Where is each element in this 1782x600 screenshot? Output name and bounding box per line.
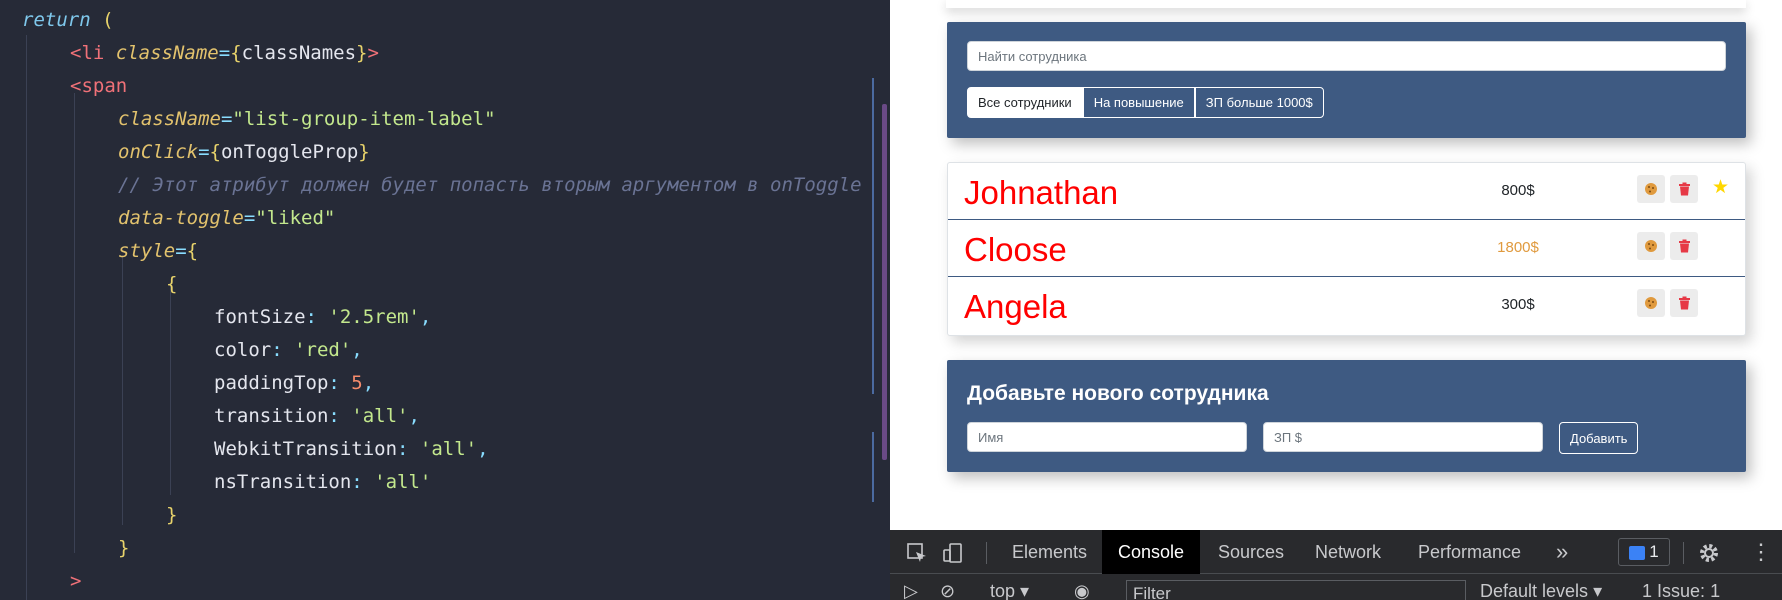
kebab-menu-icon[interactable]: ⋮ (1750, 530, 1772, 574)
code-line-5: onClick={onToggleProp} (118, 141, 370, 163)
minimap-marker (872, 78, 874, 394)
employee-salary: 1800$ (1497, 239, 1539, 256)
filter-salary-button[interactable]: ЗП больше 1000$ (1194, 87, 1324, 118)
code-line-14: WebkitTransition: 'all', (214, 438, 489, 460)
message-icon (1629, 545, 1646, 560)
code-line-6: // Этот атрибут должен будет попасть вто… (118, 174, 862, 196)
cookie-icon (1645, 183, 1657, 195)
employee-name[interactable]: Cloose (964, 231, 1067, 269)
increase-button[interactable] (1637, 232, 1665, 260)
add-employee-panel: Добавьте нового сотрудника Добавить (947, 360, 1746, 472)
clear-console-icon[interactable]: ⊘ (940, 575, 955, 600)
code-line-4: className="list-group-item-label" (118, 108, 496, 130)
tab-performance[interactable]: Performance (1402, 530, 1537, 574)
code-line-18: > (70, 570, 82, 592)
increase-button[interactable] (1637, 175, 1665, 203)
employee-row: Cloose 1800$ (948, 220, 1745, 277)
console-filter-input[interactable]: Filter (1126, 580, 1466, 600)
search-input[interactable] (967, 41, 1726, 71)
minimap-marker (872, 432, 874, 502)
employee-row: Johnathan 800$ ★ (948, 163, 1745, 220)
code-line-16: } (166, 504, 178, 526)
inspect-cursor-icon[interactable] (906, 530, 928, 574)
editor-scrollbar[interactable] (882, 104, 887, 460)
delete-button[interactable] (1670, 289, 1698, 317)
code-line-9: { (166, 273, 178, 295)
code-line-2: <li className={classNames}> (70, 42, 379, 64)
trash-icon (1678, 239, 1690, 253)
employee-salary: 300$ (1501, 296, 1535, 313)
top-card-edge (946, 0, 1746, 8)
name-input[interactable] (967, 422, 1247, 452)
devtools-panel: Elements Console Sources Network Perform… (890, 530, 1782, 600)
more-tabs-button[interactable]: » (1540, 530, 1584, 574)
code-line-7: data-toggle="liked" (118, 207, 336, 229)
sidebar-toggle-icon[interactable]: ▷ (904, 575, 918, 600)
employee-name[interactable]: Angela (964, 288, 1067, 326)
devtools-tabbar: Elements Console Sources Network Perform… (890, 530, 1782, 574)
delete-button[interactable] (1670, 232, 1698, 260)
log-levels-dropdown[interactable]: Default levels ▾ (1480, 575, 1602, 600)
code-line-15: nsTransition: 'all' (214, 471, 432, 493)
employee-salary: 800$ (1501, 182, 1535, 199)
code-line-17: } (118, 537, 130, 559)
add-button[interactable]: Добавить (1559, 422, 1639, 454)
gear-icon[interactable] (1698, 530, 1720, 574)
tab-network[interactable]: Network (1299, 530, 1397, 574)
console-toolbar: ▷ ⊘ top ▾ ◉ Filter Default levels ▾ 1 Is… (890, 575, 1782, 600)
add-form-title: Добавьте нового сотрудника (967, 382, 1269, 405)
delete-button[interactable] (1670, 175, 1698, 203)
employee-row: Angela 300$ (948, 277, 1745, 334)
tab-sources[interactable]: Sources (1202, 530, 1300, 574)
trash-icon (1678, 182, 1690, 196)
code-editor[interactable]: return ( <li className={classNames}> <sp… (0, 0, 890, 600)
code-line-1: return ( (22, 9, 114, 31)
filter-button-group: Все сотрудники На повышение ЗП больше 10… (967, 87, 1324, 118)
tab-console[interactable]: Console (1102, 530, 1201, 574)
messages-badge[interactable]: 1 (1618, 538, 1670, 566)
employee-list: Johnathan 800$ ★ Cloose 1800$ Angela 300… (947, 162, 1746, 336)
salary-input[interactable] (1263, 422, 1543, 452)
filter-increase-button[interactable]: На повышение (1082, 87, 1195, 118)
code-line-12: paddingTop: 5, (214, 372, 375, 394)
trash-icon (1678, 296, 1690, 310)
star-icon: ★ (1712, 177, 1730, 198)
issues-button[interactable]: 1 Issue: 1 (1642, 575, 1720, 600)
context-selector[interactable]: top ▾ (990, 575, 1029, 600)
app-viewport: Все сотрудники На повышение ЗП больше 10… (890, 0, 1782, 530)
code-line-11: color: 'red', (214, 339, 363, 361)
cookie-icon (1645, 240, 1657, 252)
filter-all-button[interactable]: Все сотрудники (967, 87, 1083, 118)
code-line-8: style={ (118, 240, 199, 262)
device-toolbar-icon[interactable] (942, 530, 964, 574)
cookie-icon (1645, 297, 1657, 309)
code-line-3: <span (70, 75, 128, 97)
increase-button[interactable] (1637, 289, 1665, 317)
search-panel: Все сотрудники На повышение ЗП больше 10… (947, 22, 1746, 138)
code-line-10: fontSize: '2.5rem', (214, 306, 432, 328)
code-line-13: transition: 'all', (214, 405, 420, 427)
tab-elements[interactable]: Elements (996, 530, 1103, 574)
eye-icon[interactable]: ◉ (1074, 575, 1090, 600)
employee-name[interactable]: Johnathan (964, 174, 1118, 212)
